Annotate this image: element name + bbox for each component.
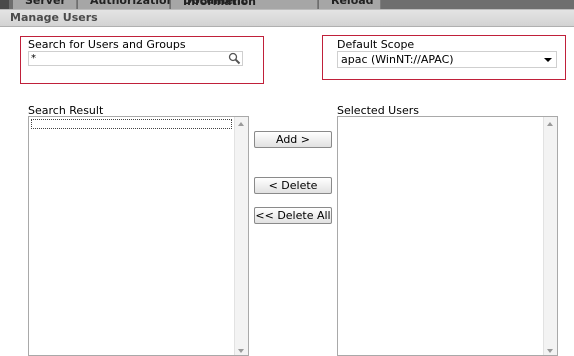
add-button[interactable]: Add > [254,131,332,148]
magnifier-icon[interactable] [227,52,241,65]
search-result-list[interactable] [28,116,249,356]
list-focus-row [31,119,232,129]
scroll-up-icon[interactable] [238,122,244,126]
scroll-down-icon[interactable] [547,349,553,353]
selected-users-scrollbar[interactable] [543,117,557,355]
scroll-down-icon[interactable] [238,349,244,353]
scope-label: Default Scope [337,38,415,51]
scroll-up-icon[interactable] [547,122,553,126]
delete-button[interactable]: < Delete [254,177,332,194]
search-input[interactable] [31,52,221,65]
window-title: Manage Users [10,11,98,24]
scope-select[interactable]: apac (WinNT://APAC) [337,51,557,68]
delete-all-button[interactable]: << Delete All [254,207,332,224]
window-titlebar: Manage Users [0,9,574,27]
selected-users-list[interactable] [337,116,558,356]
search-field[interactable] [28,51,243,66]
search-label: Search for Users and Groups [28,38,186,51]
scope-selected-value: apac (WinNT://APAC) [341,53,454,66]
chevron-down-icon[interactable] [544,58,552,62]
search-result-scrollbar[interactable] [234,117,248,355]
